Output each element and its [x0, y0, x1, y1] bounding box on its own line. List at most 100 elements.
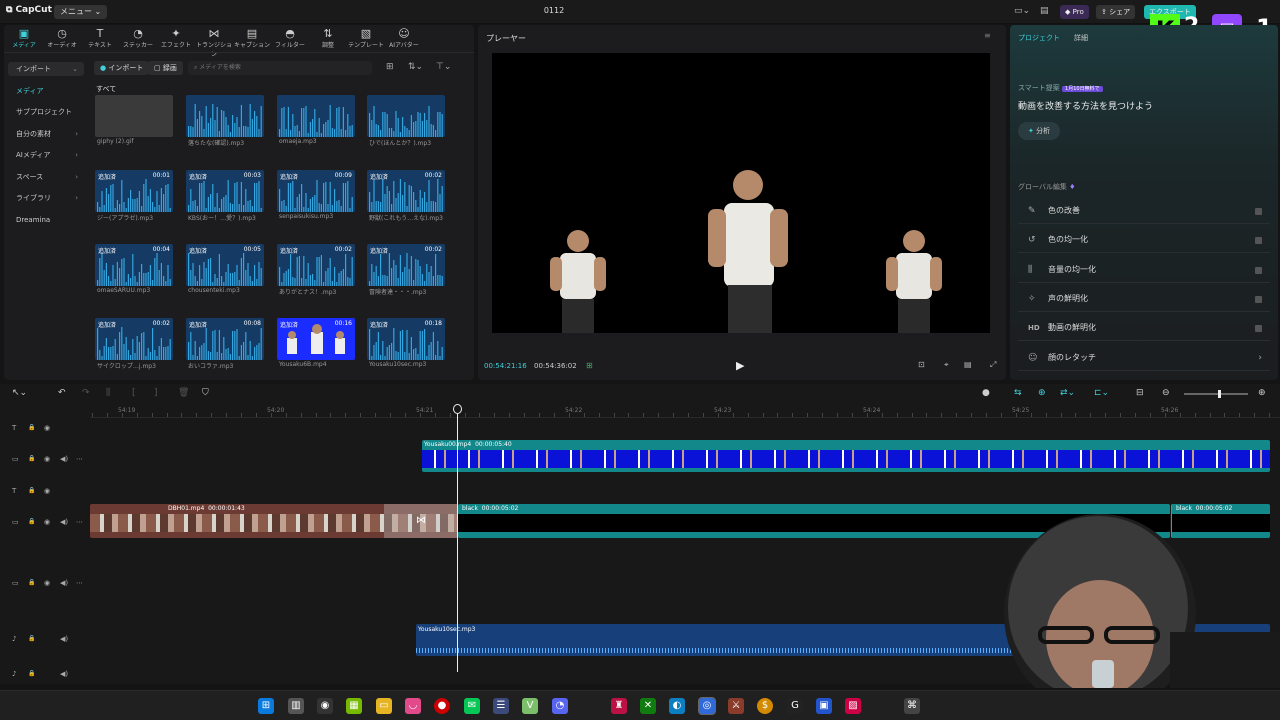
tab-transition[interactable]: ⋈ トランジション [196, 27, 232, 58]
split-icon[interactable]: ⫼ [106, 388, 110, 398]
share-button[interactable]: ⇪ シェア [1096, 5, 1136, 19]
play-icon[interactable]: ▶ [736, 359, 744, 372]
pro-button[interactable]: ◆ Pro [1060, 5, 1089, 19]
media-thumb[interactable]: 追加済 00:16 [277, 318, 355, 360]
tab-detail[interactable]: 詳細 [1074, 33, 1088, 43]
tab-filter[interactable]: ◓ フィルター [272, 27, 308, 49]
tab-avatar[interactable]: ☺ AIアバター [386, 27, 422, 49]
toggle-switch[interactable] [1255, 325, 1262, 333]
aspect-ratio-icon[interactable]: ⊡ [918, 360, 925, 369]
game-icon[interactable]: ⚔ [728, 698, 744, 714]
speaker-icon[interactable]: ◀) [60, 518, 68, 526]
tab-text[interactable]: T テキスト [82, 27, 118, 49]
shield-icon[interactable]: ⛉ [202, 388, 209, 398]
lock-icon[interactable]: 🔒 [28, 424, 35, 431]
lock-icon[interactable]: 🔒 [28, 487, 35, 494]
global-item-2[interactable]: ⫼ 音量の均一化 [1018, 257, 1270, 283]
zoom-slider[interactable] [1184, 390, 1248, 398]
sidebar-item-2[interactable]: サブプロジェクト [8, 105, 84, 119]
media-thumb[interactable]: 追加済 00:04 [95, 244, 173, 286]
link-main-icon[interactable]: ⇆ [1014, 388, 1022, 398]
zoom-slider-handle[interactable] [1218, 390, 1221, 398]
import-toggle[interactable]: ● インポート [94, 61, 150, 75]
lock-icon[interactable]: 🔒 [28, 670, 35, 677]
robot-icon[interactable]: ⌘ [904, 698, 920, 714]
undo-icon[interactable]: ↶ [58, 388, 66, 398]
sidebar-item-1[interactable]: メディア [8, 84, 84, 98]
toggle-switch[interactable] [1255, 295, 1262, 303]
tab-audio[interactable]: ◷ オーディオ [44, 27, 80, 49]
lock-icon[interactable]: 🔒 [28, 635, 35, 642]
toggle-switch[interactable] [1255, 266, 1262, 274]
eye-icon[interactable]: ◉ [44, 455, 50, 463]
clip-yousaku-video[interactable]: Yousaku00.mp4 00:00:05:40 [422, 440, 1270, 472]
media-thumb[interactable]: 追加済 00:05 [186, 244, 264, 286]
sidebar-item-4[interactable]: AIメディア › [8, 148, 84, 162]
eye-icon[interactable]: ◉ [44, 518, 50, 526]
vpn-icon[interactable]: ☰ [493, 698, 509, 714]
fit-icon[interactable]: ⌖ [944, 360, 949, 370]
speaker-icon[interactable]: ◀) [60, 670, 68, 678]
preview-axis-icon[interactable]: ⊏⌄ [1094, 388, 1109, 398]
fullscreen-icon[interactable]: ⤢ [990, 360, 996, 370]
nvidia-icon[interactable]: ▦ [346, 698, 362, 714]
sort-icon[interactable]: ⇅⌄ [408, 62, 423, 72]
mic-icon[interactable]: ● [982, 388, 990, 398]
coin-icon[interactable]: $ [757, 698, 773, 714]
discord-icon[interactable]: ◔ [552, 698, 568, 714]
chrome-red-icon[interactable]: ◉ [317, 698, 333, 714]
eye-icon[interactable]: ◉ [44, 424, 50, 432]
media-thumb[interactable] [95, 95, 173, 137]
sidebar-item-7[interactable]: Dreamina [8, 213, 84, 227]
g-app-icon[interactable]: G [787, 698, 803, 714]
search-box[interactable]: ⌕ メディアを検索 [188, 61, 372, 75]
toggle-switch[interactable] [1255, 208, 1262, 215]
folder-icon[interactable]: ▭ [376, 698, 392, 714]
lock-icon[interactable]: 🔒 [28, 455, 35, 462]
quality-icon[interactable]: ▤ [964, 360, 972, 369]
player-menu-icon[interactable]: ≡ [984, 31, 991, 40]
global-item-4[interactable]: HD 動画の鮮明化 [1018, 315, 1270, 342]
xbox-icon[interactable]: ✕ [640, 698, 656, 714]
split-left-icon[interactable]: [ [132, 388, 136, 398]
tab-project[interactable]: プロジェクト [1018, 33, 1060, 43]
eye-icon[interactable]: ◉ [44, 579, 50, 587]
obs-icon[interactable]: ● [434, 698, 450, 714]
app-person-icon[interactable]: ♜ [611, 698, 627, 714]
select-tool-icon[interactable]: ↖⌄ [12, 388, 27, 398]
keyboard-icon[interactable]: ▤ [1040, 6, 1049, 16]
link-icon[interactable]: ⇄⌄ [1060, 388, 1075, 398]
playhead-handle[interactable] [453, 404, 462, 414]
speaker-icon[interactable]: ◀) [60, 579, 68, 587]
media-thumb[interactable]: 追加済 00:18 [367, 318, 445, 360]
lock-icon[interactable]: 🔒 [28, 579, 35, 586]
start-icon[interactable]: ⊞ [258, 698, 274, 714]
media-thumb[interactable]: 追加済 00:02 [367, 244, 445, 286]
speaker-icon[interactable]: ◀) [60, 455, 68, 463]
global-item-0[interactable]: ✎ 色の改善 [1018, 198, 1270, 224]
taskview-icon[interactable]: ▥ [288, 698, 304, 714]
speaker-icon[interactable]: ◀) [60, 635, 68, 643]
lips-icon[interactable]: ◡ [405, 698, 421, 714]
media-thumb[interactable]: 追加済 00:01 [95, 170, 173, 212]
global-item-5[interactable]: ☺ 顔のレタッチ › [1018, 345, 1270, 371]
more-icon[interactable]: ⋯ [76, 518, 83, 526]
grid-view-icon[interactable]: ⊞ [386, 62, 394, 72]
eye-icon[interactable]: ◉ [44, 487, 50, 495]
photo-app-icon[interactable]: ▨ [845, 698, 861, 714]
media-thumb[interactable]: 追加済 00:03 [186, 170, 264, 212]
zoom-out-icon[interactable]: ⊖ [1162, 388, 1170, 398]
record-toggle[interactable]: ▢ 録画 [148, 61, 183, 75]
sidebar-item-6[interactable]: ライブラリ › [8, 191, 84, 205]
more-icon[interactable]: ⋯ [76, 579, 83, 587]
redo-icon[interactable]: ↷ [82, 388, 90, 398]
chrome-icon[interactable]: ◎ [698, 697, 716, 715]
media-thumb[interactable] [186, 95, 264, 137]
media-thumb[interactable] [367, 95, 445, 137]
magnet-icon[interactable]: ⊕ [1038, 388, 1046, 398]
layout-icon[interactable]: ▭⌄ [1014, 6, 1030, 16]
line-icon[interactable]: ✉ [464, 698, 480, 714]
blue-app-icon[interactable]: ▣ [816, 698, 832, 714]
edge-icon[interactable]: ◐ [669, 698, 685, 714]
caption-toggle-icon[interactable]: ⊟ [1136, 388, 1144, 398]
